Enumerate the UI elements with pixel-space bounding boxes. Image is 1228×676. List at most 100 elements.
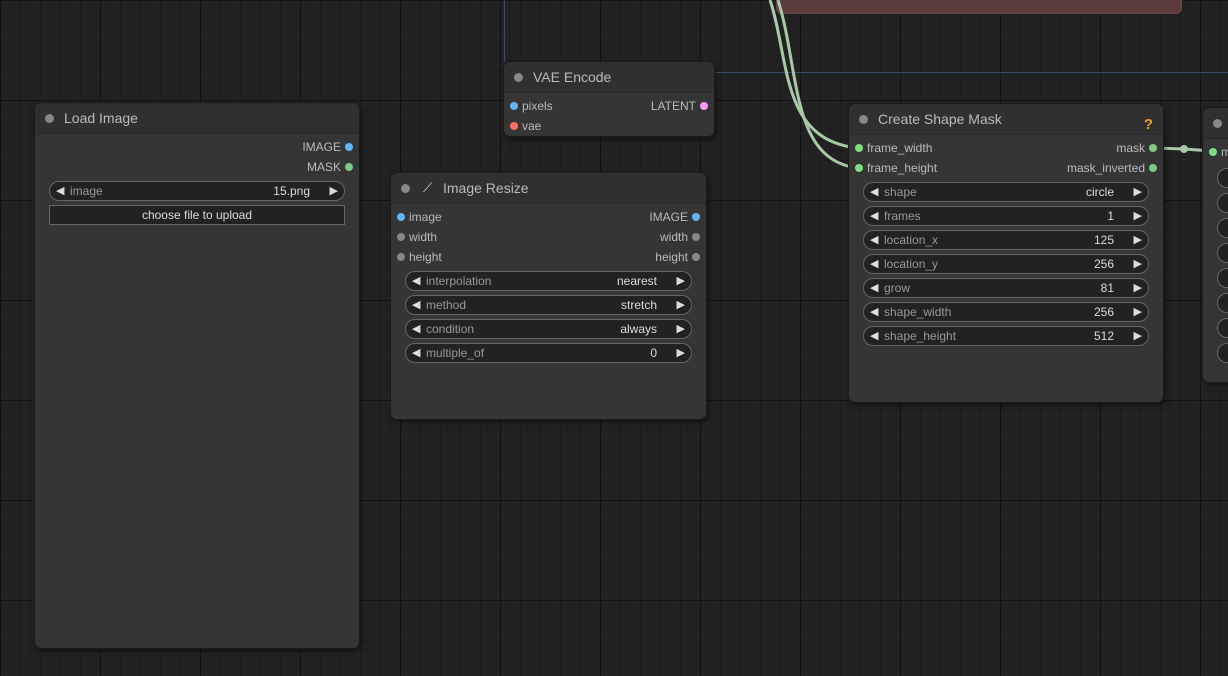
widget-frames[interactable]: ◀ frames 1 ▶: [863, 206, 1149, 226]
decrement-arrow-icon[interactable]: ◀: [870, 183, 878, 201]
node-title[interactable]: Create Shape Mask ?: [849, 104, 1163, 135]
collapsed-red-node[interactable]: [776, 0, 1182, 14]
decrement-arrow-icon[interactable]: ◀: [412, 272, 420, 290]
node-partial-right[interactable]: m: [1203, 108, 1228, 382]
increment-arrow-icon[interactable]: ▶: [330, 182, 338, 200]
help-icon[interactable]: ?: [1144, 110, 1153, 140]
output-slot-image[interactable]: IMAGE: [35, 137, 359, 157]
widget-method[interactable]: ◀ method stretch ▶: [405, 295, 692, 315]
partial-widget[interactable]: [1217, 168, 1228, 188]
input-dot-icon[interactable]: [397, 253, 405, 261]
output-dot-icon[interactable]: [1149, 164, 1157, 172]
widget-grow[interactable]: ◀ grow 81 ▶: [863, 278, 1149, 298]
node-title[interactable]: [1203, 108, 1228, 139]
widget-shape-width[interactable]: ◀ shape_width 256 ▶: [863, 302, 1149, 322]
output-slot-mask[interactable]: MASK: [35, 157, 359, 177]
partial-widget[interactable]: [1217, 268, 1228, 288]
widget-value: circle: [1085, 185, 1114, 199]
decrement-arrow-icon[interactable]: ◀: [412, 344, 420, 362]
increment-arrow-icon[interactable]: ▶: [1134, 207, 1142, 225]
slot-label: frame_width: [867, 141, 933, 155]
decrement-arrow-icon[interactable]: ◀: [870, 231, 878, 249]
increment-arrow-icon[interactable]: ▶: [1134, 255, 1142, 273]
widget-name: shape_width: [884, 305, 952, 319]
increment-arrow-icon[interactable]: ▶: [1134, 303, 1142, 321]
widget-name: interpolation: [426, 274, 492, 288]
input-dot-icon[interactable]: [855, 164, 863, 172]
output-dot-icon[interactable]: [692, 213, 700, 221]
decrement-arrow-icon[interactable]: ◀: [870, 207, 878, 225]
input-dot-icon[interactable]: [397, 233, 405, 241]
widget-shape[interactable]: ◀ shape circle ▶: [863, 182, 1149, 202]
collapse-dot-icon[interactable]: [1213, 119, 1222, 128]
node-load-image[interactable]: Load Image IMAGE MASK ◀ image 15.png ▶ c…: [35, 103, 359, 648]
widget-interpolation[interactable]: ◀ interpolation nearest ▶: [405, 271, 692, 291]
slot-row-input[interactable]: m: [1203, 142, 1228, 162]
widget-image[interactable]: ◀ image 15.png ▶: [49, 181, 345, 201]
increment-arrow-icon[interactable]: ▶: [677, 344, 685, 362]
partial-widget[interactable]: [1217, 343, 1228, 363]
widget-value: 256: [1093, 257, 1114, 271]
node-image-resize[interactable]: ⟋ Image Resize image IMAGE width width h…: [391, 173, 706, 419]
slot-row-width[interactable]: width width: [391, 227, 706, 247]
decrement-arrow-icon[interactable]: ◀: [870, 327, 878, 345]
collapse-dot-icon[interactable]: [514, 73, 523, 82]
widget-shape-height[interactable]: ◀ shape_height 512 ▶: [863, 326, 1149, 346]
partial-widget[interactable]: [1217, 193, 1228, 213]
slot-label: mask_inverted: [1066, 161, 1145, 175]
decrement-arrow-icon[interactable]: ◀: [56, 182, 64, 200]
slot-row-frame-height[interactable]: frame_height mask_inverted: [849, 158, 1163, 178]
node-title[interactable]: Load Image: [35, 103, 359, 134]
decrement-arrow-icon[interactable]: ◀: [412, 296, 420, 314]
widget-name: condition: [426, 322, 475, 336]
widget-location-x[interactable]: ◀ location_x 125 ▶: [863, 230, 1149, 250]
slot-label: m: [1221, 145, 1228, 159]
node-create-shape-mask[interactable]: Create Shape Mask ? frame_width mask fra…: [849, 104, 1163, 402]
partial-widget[interactable]: [1217, 318, 1228, 338]
output-dot-icon[interactable]: [345, 143, 353, 151]
partial-widget[interactable]: [1217, 218, 1228, 238]
widget-multiple-of[interactable]: ◀ multiple_of 0 ▶: [405, 343, 692, 363]
widget-condition[interactable]: ◀ condition always ▶: [405, 319, 692, 339]
output-dot-icon[interactable]: [692, 253, 700, 261]
input-dot-icon[interactable]: [855, 144, 863, 152]
increment-arrow-icon[interactable]: ▶: [1134, 327, 1142, 345]
slot-row-frame-width[interactable]: frame_width mask: [849, 138, 1163, 158]
slot-row-pixels[interactable]: pixels LATENT: [504, 96, 714, 116]
input-dot-icon[interactable]: [397, 213, 405, 221]
partial-widget[interactable]: [1217, 243, 1228, 263]
increment-arrow-icon[interactable]: ▶: [677, 320, 685, 338]
increment-arrow-icon[interactable]: ▶: [1134, 231, 1142, 249]
decrement-arrow-icon[interactable]: ◀: [412, 320, 420, 338]
slot-label: width: [659, 230, 688, 244]
increment-arrow-icon[interactable]: ▶: [677, 272, 685, 290]
partial-widget[interactable]: [1217, 293, 1228, 313]
slot-row-height[interactable]: height height: [391, 247, 706, 267]
collapse-dot-icon[interactable]: [859, 115, 868, 124]
widget-value: always: [620, 322, 657, 336]
collapse-dot-icon[interactable]: [401, 184, 410, 193]
input-dot-icon[interactable]: [510, 122, 518, 130]
slot-row-image[interactable]: image IMAGE: [391, 207, 706, 227]
node-vae-encode[interactable]: VAE Encode pixels LATENT vae: [504, 62, 714, 136]
output-dot-icon[interactable]: [345, 163, 353, 171]
increment-arrow-icon[interactable]: ▶: [1134, 183, 1142, 201]
output-dot-icon[interactable]: [700, 102, 708, 110]
node-title[interactable]: VAE Encode: [504, 62, 714, 93]
input-dot-icon[interactable]: [510, 102, 518, 110]
widget-value: 81: [1100, 281, 1114, 295]
output-dot-icon[interactable]: [1149, 144, 1157, 152]
input-dot-icon[interactable]: [1209, 148, 1217, 156]
increment-arrow-icon[interactable]: ▶: [1134, 279, 1142, 297]
decrement-arrow-icon[interactable]: ◀: [870, 255, 878, 273]
upload-button[interactable]: choose file to upload: [49, 205, 345, 225]
decrement-arrow-icon[interactable]: ◀: [870, 279, 878, 297]
collapse-dot-icon[interactable]: [45, 114, 54, 123]
decrement-arrow-icon[interactable]: ◀: [870, 303, 878, 321]
node-title[interactable]: ⟋ Image Resize: [391, 173, 706, 204]
widget-value: nearest: [616, 274, 657, 288]
output-dot-icon[interactable]: [692, 233, 700, 241]
slot-row-vae[interactable]: vae: [504, 116, 714, 136]
increment-arrow-icon[interactable]: ▶: [677, 296, 685, 314]
widget-location-y[interactable]: ◀ location_y 256 ▶: [863, 254, 1149, 274]
